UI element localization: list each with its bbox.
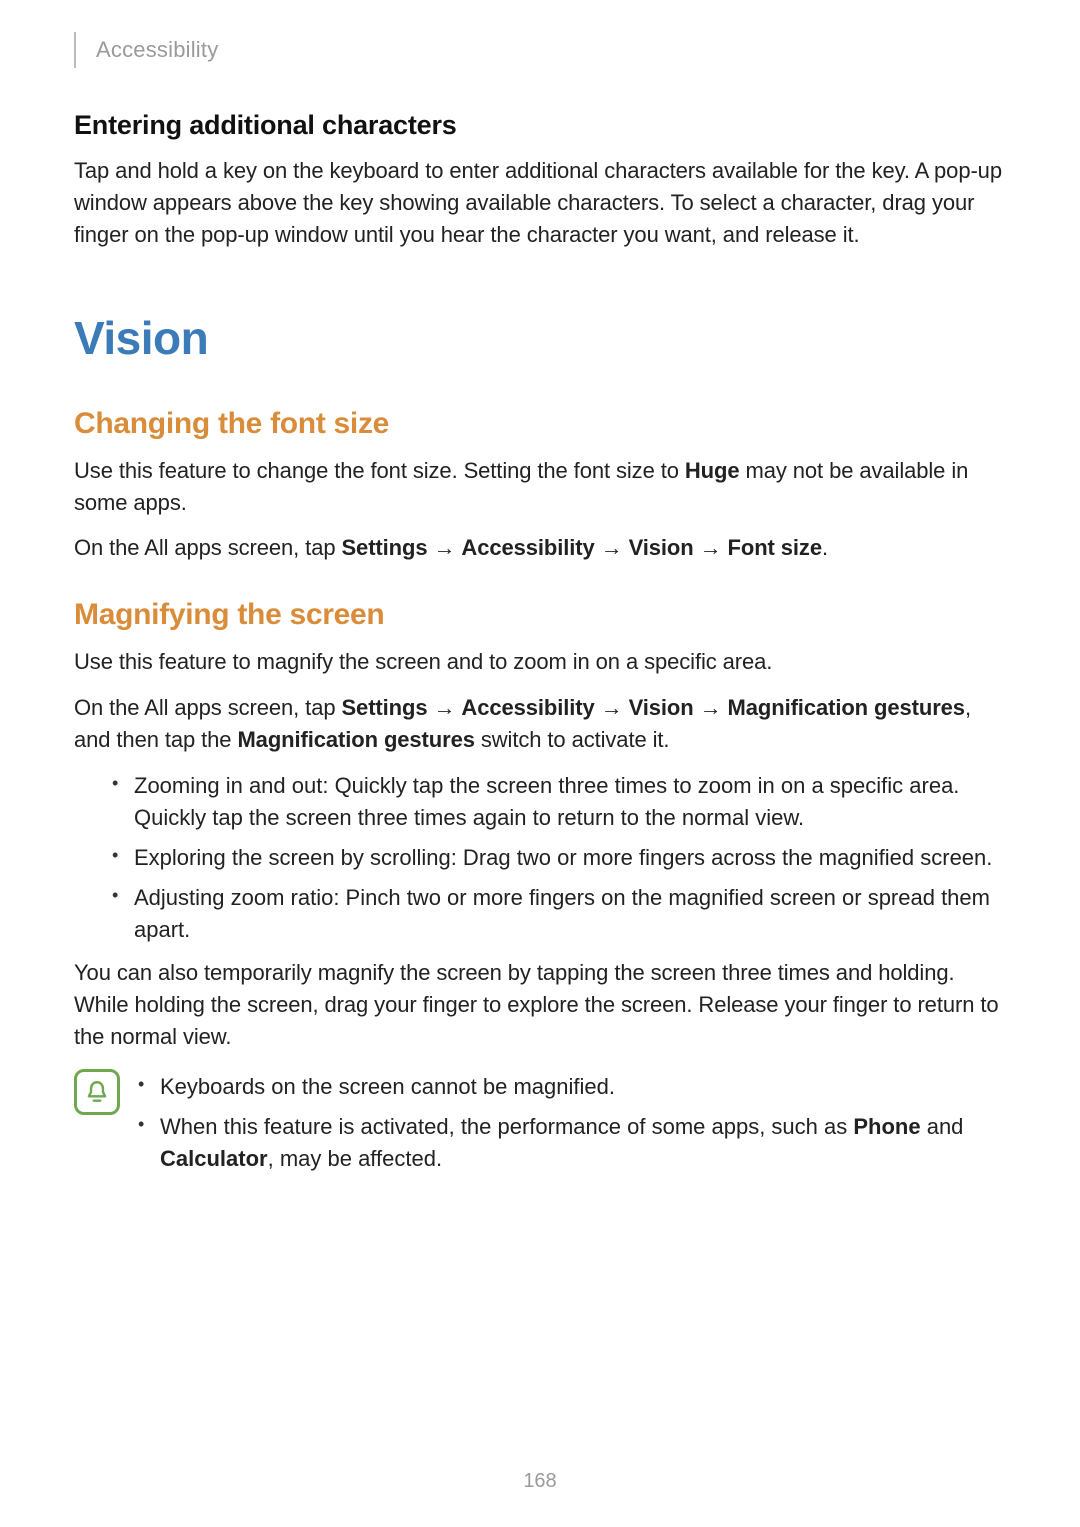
text-bold: Accessibility [461,535,594,560]
subsection-heading: Magnifying the screen [74,598,1006,632]
list-item: Keyboards on the screen cannot be magnif… [138,1071,1006,1103]
arrow: → [595,695,629,720]
list-item: Zooming in and out: Quickly tap the scre… [112,770,1006,834]
text-bold: Vision [629,535,694,560]
body-paragraph: Tap and hold a key on the keyboard to en… [74,155,1006,251]
text-bold: Magnification gestures [728,695,965,720]
arrow: → [427,695,461,720]
arrow: → [694,695,728,720]
list-item: Exploring the screen by scrolling: Drag … [112,842,1006,874]
text-bold: Settings [341,535,427,560]
text-run: switch to activate it. [475,727,670,752]
arrow: → [595,535,629,560]
section-font-size: Changing the font size Use this feature … [74,407,1006,565]
section-heading-vision: Vision [74,311,1006,365]
page: Accessibility Entering additional charac… [0,0,1080,1527]
note-content: Keyboards on the screen cannot be magnif… [138,1067,1006,1187]
text-run: On the All apps screen, tap [74,695,341,720]
subsection-heading: Changing the font size [74,407,1006,441]
text-run: and [921,1114,964,1139]
text-bold: Huge [685,458,740,483]
body-paragraph: Use this feature to change the font size… [74,455,1006,519]
body-paragraph: Use this feature to magnify the screen a… [74,646,1006,678]
section-entering-characters: Entering additional characters Tap and h… [74,110,1006,251]
arrow: → [427,535,461,560]
header-divider [74,32,76,68]
text-bold: Calculator [160,1146,268,1171]
text-run: Use this feature to change the font size… [74,458,685,483]
arrow: → [694,535,728,560]
text-bold: Vision [629,695,694,720]
note-block: Keyboards on the screen cannot be magnif… [74,1067,1006,1187]
page-header: Accessibility [74,32,1006,68]
bullet-list: Keyboards on the screen cannot be magnif… [138,1071,1006,1175]
text-run: On the All apps screen, tap [74,535,341,560]
bullet-list: Zooming in and out: Quickly tap the scre… [74,770,1006,945]
breadcrumb: Accessibility [96,37,218,63]
section-magnify: Magnifying the screen Use this feature t… [74,598,1006,1186]
text-bold: Accessibility [461,695,594,720]
text-bold: Settings [341,695,427,720]
text-bold: Font size [728,535,822,560]
body-paragraph: On the All apps screen, tap Settings → A… [74,532,1006,564]
body-paragraph: You can also temporarily magnify the scr… [74,957,1006,1053]
text-run: , may be affected. [268,1146,442,1171]
note-bell-icon [74,1069,120,1115]
list-item: Adjusting zoom ratio: Pinch two or more … [112,882,1006,946]
text-run: . [822,535,828,560]
subsection-heading: Entering additional characters [74,110,1006,141]
text-bold: Phone [853,1114,920,1139]
text-run: When this feature is activated, the perf… [160,1114,853,1139]
page-number: 168 [0,1470,1080,1493]
text-bold: Magnification gestures [237,727,474,752]
list-item: When this feature is activated, the perf… [138,1111,1006,1175]
body-paragraph: On the All apps screen, tap Settings → A… [74,692,1006,756]
